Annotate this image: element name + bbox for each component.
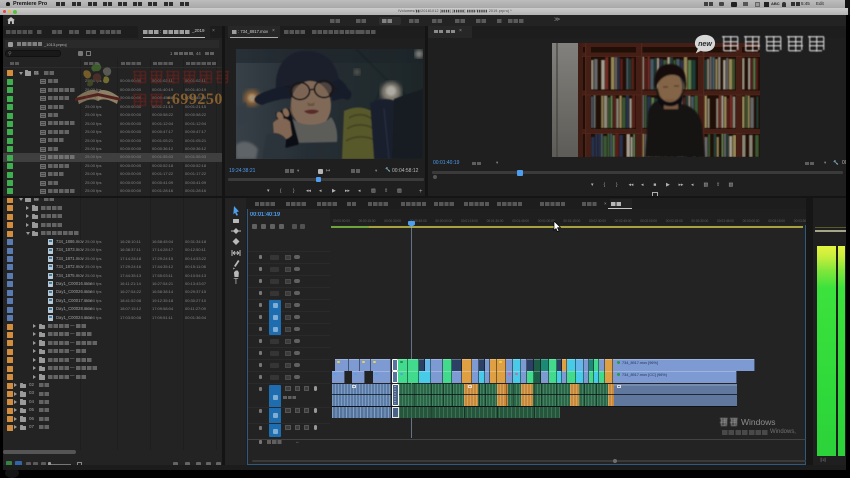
svg-text:T: T <box>234 277 239 284</box>
svg-text:new: new <box>698 40 712 48</box>
